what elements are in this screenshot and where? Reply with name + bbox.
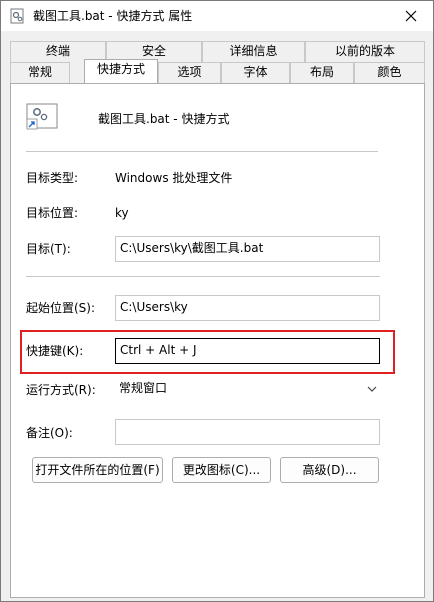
tab-layout[interactable]: 布局 [290, 62, 354, 83]
change-icon-button[interactable]: 更改图标(C)... [172, 457, 271, 483]
target-type-value: Windows 批处理文件 [115, 171, 233, 185]
start-in-label: 起始位置(S): [26, 301, 96, 315]
target-label: 目标(T): [26, 242, 71, 256]
run-dropdown[interactable]: 常规窗口 [115, 377, 380, 401]
tab-colors[interactable]: 颜色 [354, 62, 425, 83]
comment-label: 备注(O): [26, 426, 73, 440]
shortcut-gear-icon [26, 103, 58, 130]
hotkey-input[interactable]: Ctrl + Alt + J [115, 338, 380, 364]
comment-input[interactable] [115, 419, 380, 445]
start-in-input[interactable]: C:\Users\ky [115, 295, 380, 321]
tab-previous-versions[interactable]: 以前的版本 [305, 41, 425, 62]
shortcut-panel: 截图工具.bat - 快捷方式 目标类型: Windows 批处理文件 目标位置… [10, 83, 425, 598]
close-icon [405, 10, 417, 22]
separator [26, 151, 378, 152]
tab-general[interactable]: 常规 [10, 62, 70, 83]
open-file-location-button[interactable]: 打开文件所在的位置(F) [32, 457, 163, 483]
target-type-label: 目标类型: [26, 171, 79, 185]
window-title: 截图工具.bat - 快捷方式 属性 [33, 9, 193, 23]
title-bar: 截图工具.bat - 快捷方式 属性 [1, 1, 433, 31]
hotkey-label: 快捷键(K): [26, 344, 84, 358]
separator [26, 276, 380, 277]
target-location-value: ky [115, 206, 129, 220]
tab-details[interactable]: 详细信息 [202, 41, 305, 62]
gear-file-icon [10, 8, 24, 24]
close-button[interactable] [389, 1, 433, 31]
target-location-label: 目标位置: [26, 206, 79, 220]
shortcut-name: 截图工具.bat - 快捷方式 [98, 112, 230, 126]
run-label: 运行方式(R): [26, 383, 96, 397]
tab-font[interactable]: 字体 [221, 62, 290, 83]
target-input[interactable]: C:\Users\ky\截图工具.bat [115, 236, 380, 262]
chevron-down-icon [367, 386, 377, 392]
advanced-button[interactable]: 高级(D)... [280, 457, 379, 483]
run-dropdown-value: 常规窗口 [119, 381, 168, 395]
properties-dialog: 截图工具.bat - 快捷方式 属性 终端 安全 详细信息 以前的版本 常规 快… [0, 0, 434, 602]
tab-options[interactable]: 选项 [158, 62, 221, 83]
tab-shortcut[interactable]: 快捷方式 [84, 59, 158, 83]
